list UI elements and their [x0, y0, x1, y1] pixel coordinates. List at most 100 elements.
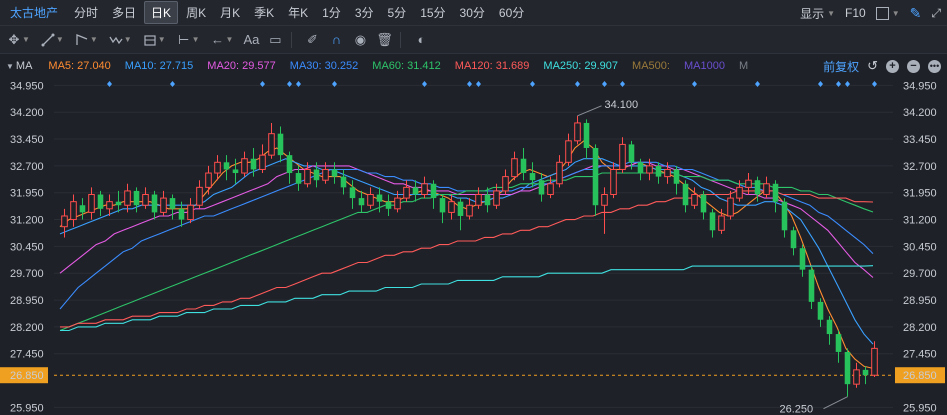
candle-body [403, 186, 410, 199]
tab-period-3[interactable]: 周K [180, 2, 212, 23]
toggle-icon[interactable]: ◐ [411, 30, 431, 50]
tab-period-5[interactable]: 季K [248, 2, 280, 23]
candle-body [304, 168, 311, 185]
period-bar: 太古地产 分时 多日 日K 周K 月K 季K 年K 1分 3分 5分 15分 30分 60分 显示 ▼ … [0, 0, 947, 26]
candle-body [763, 183, 770, 196]
ma-item-4[interactable]: MA60: 31.412 [372, 60, 441, 72]
tab-period-11[interactable]: 30分 [454, 2, 491, 23]
text-tool-icon[interactable]: Aa [241, 30, 261, 50]
y-tick-left: 25.950 [10, 402, 44, 414]
candle-body [295, 173, 302, 184]
y-tick-left: 28.950 [10, 295, 44, 307]
zoom-in-icon[interactable]: + [886, 59, 899, 73]
fib-tool-icon[interactable] [140, 30, 160, 50]
ma-item-1[interactable]: MA10: 27.715 [125, 60, 194, 72]
ma-label[interactable]: MA [16, 60, 33, 72]
event-marker-icon [836, 81, 841, 87]
line-tool-icon[interactable] [38, 30, 58, 50]
chevron-down-icon: ▼ [191, 35, 200, 44]
y-tick-right: 34.200 [903, 107, 937, 119]
stock-name[interactable]: 太古地产 [6, 4, 62, 21]
y-tick-left: 33.450 [10, 134, 44, 146]
ma-line-ma5 [59, 140, 874, 369]
ma-item-9[interactable]: M [739, 60, 748, 72]
chevron-down-icon: ▼ [89, 35, 98, 44]
wave-tool-icon[interactable] [106, 30, 126, 50]
ma-item-0[interactable]: MA5: 27.040 [48, 60, 110, 72]
event-marker-icon [467, 81, 472, 87]
candle-body [286, 155, 293, 174]
chevron-down-icon: ▼ [827, 8, 836, 18]
candle-body [556, 161, 563, 185]
candle-body [340, 176, 347, 188]
candle-body [214, 161, 221, 174]
tab-period-8[interactable]: 3分 [349, 2, 380, 23]
candle-body [178, 208, 185, 220]
candle-body [448, 201, 455, 213]
y-tick-left: 29.700 [10, 268, 44, 280]
kline-chart[interactable]: 34.950 34.200 33.450 32.700 31.950 31.200 30.4… [0, 78, 947, 415]
brush-icon[interactable]: ✎ [910, 5, 922, 22]
y-tick-right: 26.850 [903, 370, 937, 382]
y-tick-left: 28.200 [10, 322, 44, 334]
collapse-icon[interactable]: ▼ [6, 62, 14, 71]
eraser-icon[interactable]: ✐ [302, 30, 322, 50]
candle-body [70, 201, 77, 221]
tab-period-1[interactable]: 多日 [106, 2, 142, 23]
event-marker-icon [845, 81, 850, 87]
drawing-toolbar: ✥ ▼ ▼ ▼ ▼ ▼ ⊢ ▼ ← ▼ Aa ▭ ✐ ∩ ◉ 🗑 ◐ [0, 26, 947, 54]
eye-icon[interactable]: ◉ [350, 30, 370, 50]
arrow-left-icon[interactable]: ← [208, 30, 228, 50]
more-icon[interactable]: ••• [928, 59, 941, 73]
candle-body [826, 319, 833, 335]
tab-period-2[interactable]: 日K [144, 1, 179, 24]
f10-button[interactable]: F10 [845, 6, 866, 20]
trash-icon[interactable]: 🗑 [374, 30, 394, 50]
tab-period-12[interactable]: 60分 [493, 2, 530, 23]
layout-select[interactable]: ▼ [875, 6, 900, 20]
candle-body [601, 194, 608, 206]
chevron-down-icon: ▼ [55, 35, 64, 44]
candle-body [745, 179, 752, 188]
ma-controls: 前复权 ↺ + − ••• [823, 58, 941, 75]
ma-item-8[interactable]: MA1000 [684, 60, 725, 72]
ma-item-3[interactable]: MA30: 30.252 [290, 60, 359, 72]
tab-period-0[interactable]: 分时 [68, 2, 104, 23]
zoom-out-icon[interactable]: − [907, 59, 920, 73]
ma-item-2[interactable]: MA20: 29.577 [207, 60, 276, 72]
candle-body [241, 158, 248, 174]
candle-body [421, 183, 428, 196]
tab-period-10[interactable]: 15分 [414, 2, 451, 23]
reset-icon[interactable]: ↺ [867, 58, 878, 74]
comment-icon[interactable]: ▭ [265, 30, 285, 50]
candle-body [160, 197, 167, 213]
candle-body [565, 140, 572, 163]
magnet-icon[interactable]: ∩ [326, 30, 346, 50]
ma-item-6[interactable]: MA250: 29.907 [543, 60, 618, 72]
ma-item-5[interactable]: MA120: 31.689 [455, 60, 530, 72]
move-icon[interactable]: ✥ [4, 30, 24, 50]
ma-lines [59, 140, 874, 369]
event-marker-icon [170, 81, 175, 87]
candle-body [754, 180, 761, 195]
fullscreen-icon[interactable]: ⤢ [931, 6, 941, 21]
candle-body [709, 212, 716, 231]
event-marker-icon [818, 81, 823, 87]
candle-body [691, 194, 698, 206]
y-axis-left: 34.950 34.200 33.450 32.700 31.950 31.200 30.4… [0, 80, 48, 414]
chart-grid [54, 84, 893, 408]
restore-mode[interactable]: 前复权 [823, 58, 859, 75]
candle-body [349, 187, 356, 199]
candle-body [664, 168, 671, 178]
tab-period-4[interactable]: 月K [214, 2, 246, 23]
tab-period-6[interactable]: 年K [282, 2, 314, 23]
candle-body [637, 162, 644, 174]
range-tool-icon[interactable]: ⊢ [174, 30, 194, 50]
ma-item-7[interactable]: MA500: [632, 60, 670, 72]
tab-period-9[interactable]: 5分 [382, 2, 413, 23]
channel-tool-icon[interactable] [72, 30, 92, 50]
display-menu[interactable]: 显示 ▼ [800, 5, 835, 22]
tab-period-7[interactable]: 1分 [316, 2, 347, 23]
candle-body [394, 197, 401, 210]
y-tick-right: 34.950 [903, 80, 937, 92]
